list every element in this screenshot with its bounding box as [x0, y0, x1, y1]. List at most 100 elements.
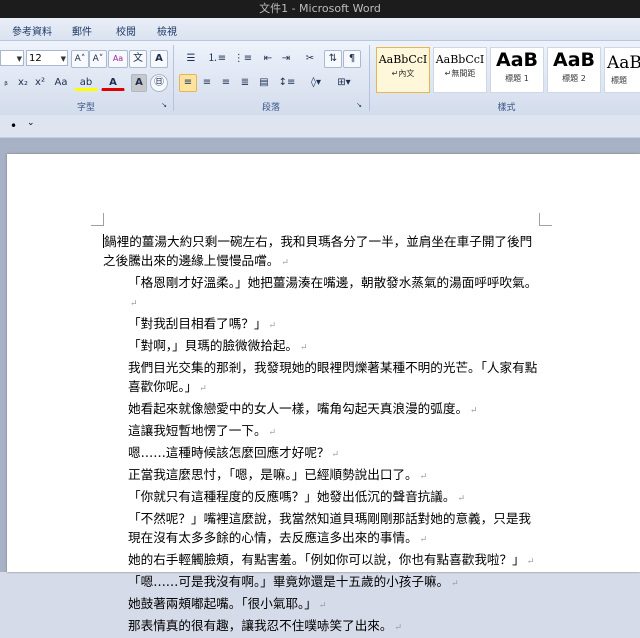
- tab-mailings[interactable]: 郵件: [72, 23, 92, 38]
- tab-view[interactable]: 檢視: [157, 23, 177, 38]
- multilevel-list-icon: ⋮≡: [233, 53, 253, 64]
- paragraph-group: ☰ ⒈≡ ⋮≡ ⇤ ⇥ ✂ ⇅ ¶ ≡ ≡ ≡ ≣ ▤ ↕≡ ◊▾ ⊞▾ 段落 …: [175, 41, 367, 115]
- document-paragraph: 「嗯……可是我沒有啊。」畢竟妳還是十五歲的小孩子嘛。 ↵: [103, 572, 543, 594]
- font-group: ▼ 12 ▼ A˄ A˅ Aa 文 A ᵦ x₂ x² Aa ab A A ㊐ 字…: [0, 41, 172, 115]
- document-paragraph: 這讓我短暫地愣了一下。 ↵: [103, 421, 543, 443]
- sort-icon: ⇅: [328, 53, 338, 64]
- tab-references[interactable]: 參考資料: [12, 23, 52, 38]
- change-case-button[interactable]: Aa: [49, 74, 73, 92]
- font-color-button[interactable]: A: [101, 74, 125, 91]
- pilcrow-icon: ¶: [348, 53, 356, 64]
- paragraph-text: 我們目光交集的那剎，我發現她的眼裡閃爍著某種不明的光芒。「人家有點喜歡你呢。」: [128, 360, 538, 394]
- document-paragraph: 她看起來就像戀愛中的女人一樣，嘴角勾起天真浪漫的弧度。 ↵: [103, 399, 543, 421]
- align-right-icon: ≡: [221, 77, 231, 88]
- style-heading-1[interactable]: AaB 標題 1: [490, 47, 544, 93]
- document-paragraph: 那表情真的很有趣，讓我忍不住噗哧笑了出來。 ↵: [103, 616, 543, 638]
- customize-dropdown-icon[interactable]: ⌄: [27, 118, 35, 128]
- document-paragraph: 「你就只有這種程度的反應嗎？」她發出低沉的聲音抗議。 ↵: [103, 487, 543, 509]
- document-paragraph: 嗯……這種時候該怎麼回應才好呢？ ↵: [103, 443, 543, 465]
- paragraph-mark: ↵: [470, 406, 478, 416]
- ribbon: ▼ 12 ▼ A˄ A˅ Aa 文 A ᵦ x₂ x² Aa ab A A ㊐ 字…: [0, 40, 640, 116]
- border-a-icon: A: [155, 53, 163, 64]
- subscript-button[interactable]: x₂: [14, 74, 32, 92]
- paragraph-text: 那表情真的很有趣，讓我忍不住噗哧笑了出來。: [128, 618, 393, 633]
- paragraph-text: 「對我刮目相看了嗎？」: [128, 316, 267, 331]
- indent-icon: ⇥: [281, 53, 291, 64]
- tab-review[interactable]: 校閱: [116, 23, 136, 38]
- font-name-combo[interactable]: ▼: [0, 50, 24, 66]
- paragraph-text: 「嗯……可是我沒有啊。」畢竟妳還是十五歲的小孩子嘛。: [128, 574, 450, 589]
- align-right-button[interactable]: ≡: [217, 74, 235, 92]
- document-paragraph: 她的右手輕觸臉頰，有點害羞。「例如你可以說，你也有點喜歡我啦？」 ↵: [103, 550, 543, 572]
- paragraph-text: 這讓我短暫地愣了一下。: [128, 423, 267, 438]
- bullets-button[interactable]: ☰: [179, 50, 203, 68]
- grow-font-button[interactable]: A˄: [71, 50, 89, 68]
- borders-button[interactable]: ⊞▾: [331, 74, 357, 92]
- shrink-font-button[interactable]: A˅: [89, 50, 107, 68]
- paragraph-mark: ↵: [199, 384, 207, 394]
- clear-format-button[interactable]: Aa: [108, 50, 128, 68]
- style-heading-2[interactable]: AaB 標題 2: [547, 47, 601, 93]
- paragraph-mark: ↵: [268, 321, 277, 331]
- font-size-combo[interactable]: 12 ▼: [26, 50, 68, 66]
- paragraph-mark: ↵: [419, 535, 428, 545]
- dialog-launcher-icon[interactable]: ↘: [353, 99, 365, 111]
- align-left-icon: ≡: [183, 77, 193, 88]
- show-marks-button[interactable]: ¶: [343, 50, 361, 68]
- paragraph-text: 嗯……這種時候該怎麼回應才好呢？: [128, 445, 330, 460]
- style-no-spacing[interactable]: AaBbCcI ↵無間距: [433, 47, 487, 93]
- document-paragraph: 「對啊，」貝瑪的臉微微拾起。 ↵: [103, 336, 543, 358]
- paint-bucket-icon: ◊▾: [311, 77, 321, 88]
- enclose-characters-button[interactable]: ㊐: [150, 74, 168, 92]
- justify-icon: ≣: [240, 77, 250, 88]
- style-normal[interactable]: AaBbCcI ↵內文: [376, 47, 430, 93]
- bullet-icon[interactable]: •: [10, 119, 17, 133]
- dialog-launcher-icon[interactable]: ↘: [158, 99, 170, 111]
- document-paragraph: 正當我這麼思忖，「嗯，是嘛。」已經順勢說出口了。 ↵: [103, 465, 543, 487]
- document-paragraph: 鍋裡的薑湯大約只剩一碗左右，我和貝瑪各分了一半，並肩坐在車子開了後門之後騰出來的…: [103, 232, 543, 273]
- paragraph-mark: ↵: [331, 450, 340, 460]
- group-separator: [173, 45, 174, 111]
- character-shading-button[interactable]: A: [131, 74, 147, 92]
- document-page[interactable]: 鍋裡的薑湯大約只剩一碗左右，我和貝瑪各分了一半，並肩坐在車子開了後門之後騰出來的…: [7, 154, 640, 633]
- chevron-icon: ᵦ: [4, 78, 8, 88]
- ribbon-tabs: 參考資料 郵件 校閱 檢視: [0, 18, 640, 40]
- align-center-button[interactable]: ≡: [198, 74, 216, 92]
- align-center-icon: ≡: [202, 77, 212, 88]
- paragraph-text: 她鼓著兩頰嘟起嘴。「很小氣耶。」: [128, 596, 317, 611]
- document-paragraph: 「對我刮目相看了嗎？」 ↵: [103, 314, 543, 336]
- decrease-indent-button[interactable]: ⇤: [259, 50, 277, 68]
- outdent-icon: ⇤: [263, 53, 273, 64]
- paragraph-text: 「你就只有這種程度的反應嗎？」她發出低沉的聲音抗議。: [128, 489, 456, 504]
- title-bar: 文件1 - Microsoft Word: [0, 0, 640, 18]
- chevron-down-icon: ▼: [60, 55, 66, 63]
- justify-button[interactable]: ≣: [236, 74, 254, 92]
- paragraph-text: 鍋裡的薑湯大約只剩一碗左右，我和貝瑪各分了一半，並肩坐在車子開了後門之後騰出來的…: [103, 234, 533, 268]
- document-paragraph: 「不然呢？」嘴裡這麼說，我當然知道貝瑪剛剛那話對她的意義，只是我現在沒有太多多餘…: [103, 509, 543, 550]
- paragraph-mark: ↵: [394, 623, 403, 633]
- enclosed-char-icon: ㊐: [154, 77, 164, 88]
- sort-button[interactable]: ⇅: [324, 50, 342, 68]
- paragraph-text: 「不然呢？」嘴裡這麼說，我當然知道貝瑪剛剛那話對她的意義，只是我現在沒有太多多餘…: [128, 511, 531, 545]
- shading-button[interactable]: ◊▾: [303, 74, 329, 92]
- paragraph-mark: ↵: [526, 557, 535, 567]
- numbering-button[interactable]: ⒈≡: [205, 50, 229, 68]
- align-left-button[interactable]: ≡: [179, 74, 197, 92]
- document-body[interactable]: 鍋裡的薑湯大約只剩一碗左右，我和貝瑪各分了一半，並肩坐在車子開了後門之後騰出來的…: [103, 232, 543, 638]
- paragraph-text: 「格恩剛才好溫柔。」她把薑湯湊在嘴邊，朝散發水蒸氣的湯面呼呼吹氣。: [128, 275, 538, 290]
- window-title: 文件1 - Microsoft Word: [259, 2, 381, 15]
- asian-layout-button[interactable]: ✂: [299, 50, 321, 68]
- document-paragraph: 「格恩剛才好溫柔。」她把薑湯湊在嘴邊，朝散發水蒸氣的湯面呼呼吹氣。 ↵: [103, 273, 543, 314]
- bullet-list-icon: ☰: [186, 53, 196, 64]
- chevron-down-icon: ▼: [16, 55, 22, 63]
- distributed-button[interactable]: ▤: [255, 74, 273, 92]
- strikethrough-button[interactable]: ᵦ: [0, 74, 12, 92]
- highlight-button[interactable]: ab: [74, 74, 98, 91]
- superscript-button[interactable]: x²: [31, 74, 49, 92]
- increase-indent-button[interactable]: ⇥: [277, 50, 295, 68]
- line-spacing-button[interactable]: ↕≡: [275, 74, 299, 92]
- phonetic-guide-button[interactable]: 文: [129, 50, 147, 68]
- style-title[interactable]: AaBl 標題: [604, 47, 640, 93]
- multilevel-list-button[interactable]: ⋮≡: [231, 50, 255, 68]
- character-border-button[interactable]: A: [150, 50, 168, 68]
